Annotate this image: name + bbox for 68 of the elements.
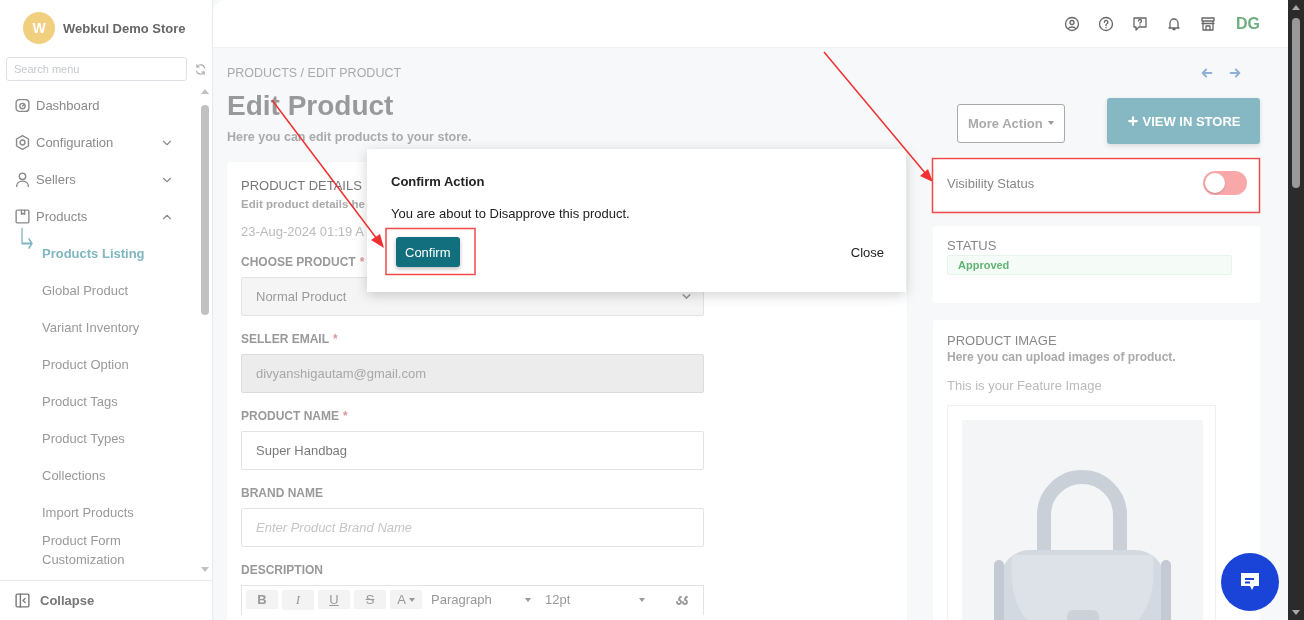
dialog-message: You are about to Disapprove this product. [391,206,630,221]
store-name: Webkul Demo Store [63,20,186,36]
input-field[interactable]: Super Handbag [241,431,704,470]
field-label: SELLER EMAIL [241,332,329,346]
sidebar-item[interactable]: Variant Inventory [0,309,200,346]
more-action-button[interactable]: More Action [957,103,1065,143]
arrow-left-icon[interactable] [1200,66,1214,80]
plus-icon [1126,115,1139,127]
feedback-icon[interactable] [1132,15,1148,32]
date-text: 23-Aug-2024 01:19 A [241,224,364,239]
arrow-right-icon[interactable] [1228,66,1242,80]
store-logo: W [23,12,55,44]
confirm-button[interactable]: Confirm [396,237,460,267]
status-label: STATUS [947,238,997,253]
settings-icon [14,134,31,151]
collapse-button[interactable]: Collapse [0,580,212,620]
format-button[interactable]: S [354,590,386,609]
required-mark: * [343,409,348,423]
help-icon[interactable] [1098,15,1114,32]
image-caption: This is your Feature Image [947,378,1102,393]
required-mark: * [359,255,365,269]
sidebar-item[interactable]: Product Types [0,420,200,457]
status-badge: Approved [947,255,1232,275]
format-button[interactable]: A [390,590,422,609]
user-icon[interactable] [1064,15,1080,32]
card-title: PRODUCT IMAGE [947,333,1057,348]
search-field[interactable]: Search menu [6,57,187,81]
format-button[interactable]: B [246,590,278,609]
sidebar-item[interactable]: Product Form Customization [0,531,200,569]
sidebar-item[interactable]: Products [0,198,200,235]
view-in-store-button[interactable]: VIEW IN STORE [1107,98,1260,144]
bell-icon[interactable] [1166,15,1182,32]
sidebar-item[interactable]: Import Products [0,494,200,531]
visibility-toggle[interactable] [1203,171,1247,195]
sidebar-item[interactable]: Configuration [0,124,200,161]
page-title: Edit Product [227,90,395,122]
dashboard-icon [14,97,31,114]
sidebar-item[interactable]: Collections [0,457,200,494]
dialog-title: Confirm Action [391,174,485,189]
field-label: DESCRIPTION [241,563,323,577]
box-icon [14,208,31,225]
branch-arrow-icon [19,227,35,251]
field-label: PRODUCT NAME [241,409,339,423]
format-button[interactable]: U [318,590,350,609]
person-icon [14,171,31,188]
format-button[interactable]: I [282,590,314,610]
sidebar-item[interactable]: Products Listing [42,244,145,263]
sidebar-item[interactable]: Product Tags [0,383,200,420]
scrollbar-thumb[interactable] [1292,18,1300,188]
chat-button[interactable] [1221,553,1279,611]
user-initials[interactable]: DG [1236,14,1260,33]
sidebar-item[interactable]: Product Option [0,346,200,383]
scrollbar-thumb[interactable] [201,105,209,315]
close-button[interactable]: Close [850,244,884,260]
breadcrumb: PRODUCTS / EDIT PRODUCT [227,66,402,80]
store-icon[interactable] [1200,15,1216,32]
field-label: BRAND NAME [241,486,323,500]
required-mark: * [333,332,338,346]
sidebar-item[interactable]: Dashboard [0,87,200,124]
toggle-label: Visibility Status [947,175,1035,191]
sidebar-item[interactable]: Global Product [0,272,200,309]
input-field[interactable]: Enter Product Brand Name [241,508,704,547]
refresh-icon[interactable] [194,62,207,76]
collapse-icon [14,592,31,609]
card-subtitle: Here you can upload images of product. [947,350,1176,364]
sidebar-item[interactable]: Sellers [0,161,200,198]
card-subtitle: Edit product details he [241,198,365,210]
field-label: CHOOSE PRODUCT [241,255,356,269]
